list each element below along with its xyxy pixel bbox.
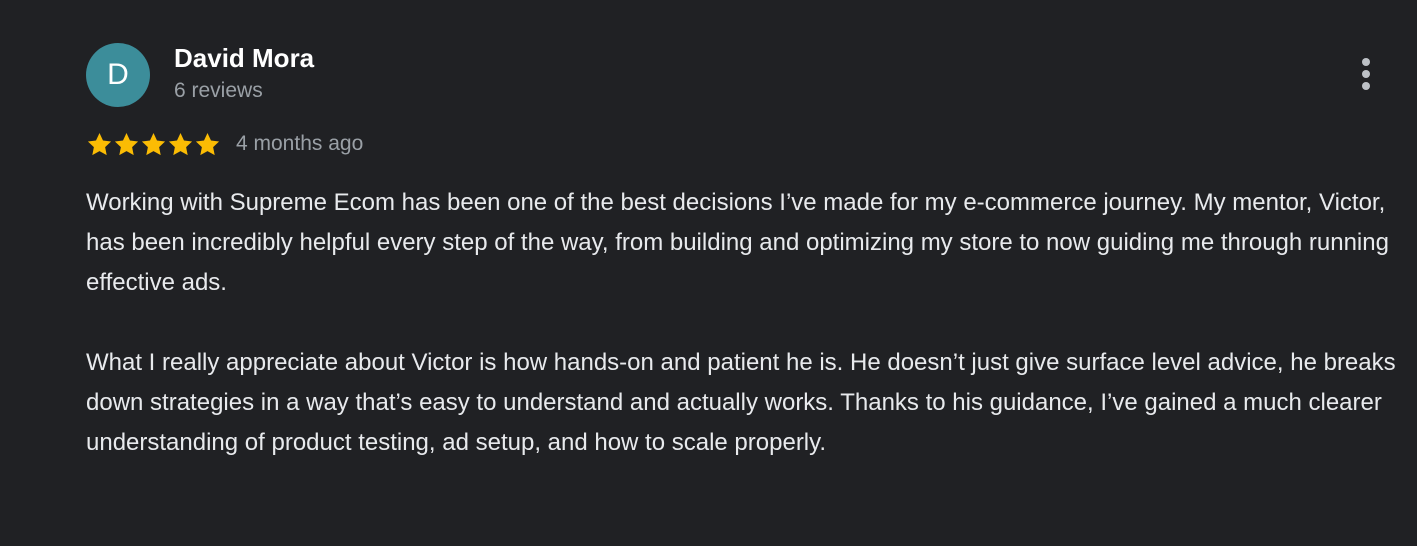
rating-row: 4 months ago [86, 128, 363, 160]
star-rating [86, 131, 221, 158]
review-timestamp: 4 months ago [236, 132, 364, 155]
star-icon [87, 132, 112, 155]
review-text: Working with Supreme Ecom has been one o… [86, 183, 1404, 463]
review-card: D David Mora 6 reviews 4 months ago Work… [0, 0, 1417, 546]
more-options-button[interactable] [1346, 52, 1386, 96]
star-icon [141, 132, 166, 155]
star-icon [195, 132, 220, 155]
star-icon [168, 132, 193, 155]
review-paragraph: Working with Supreme Ecom has been one o… [86, 189, 1389, 296]
star-icon [114, 132, 139, 155]
review-paragraph: What I really appreciate about Victor is… [86, 349, 1396, 456]
avatar[interactable]: D [86, 43, 150, 107]
author-name[interactable]: David Mora [174, 42, 314, 74]
review-count: 6 reviews [174, 79, 263, 102]
